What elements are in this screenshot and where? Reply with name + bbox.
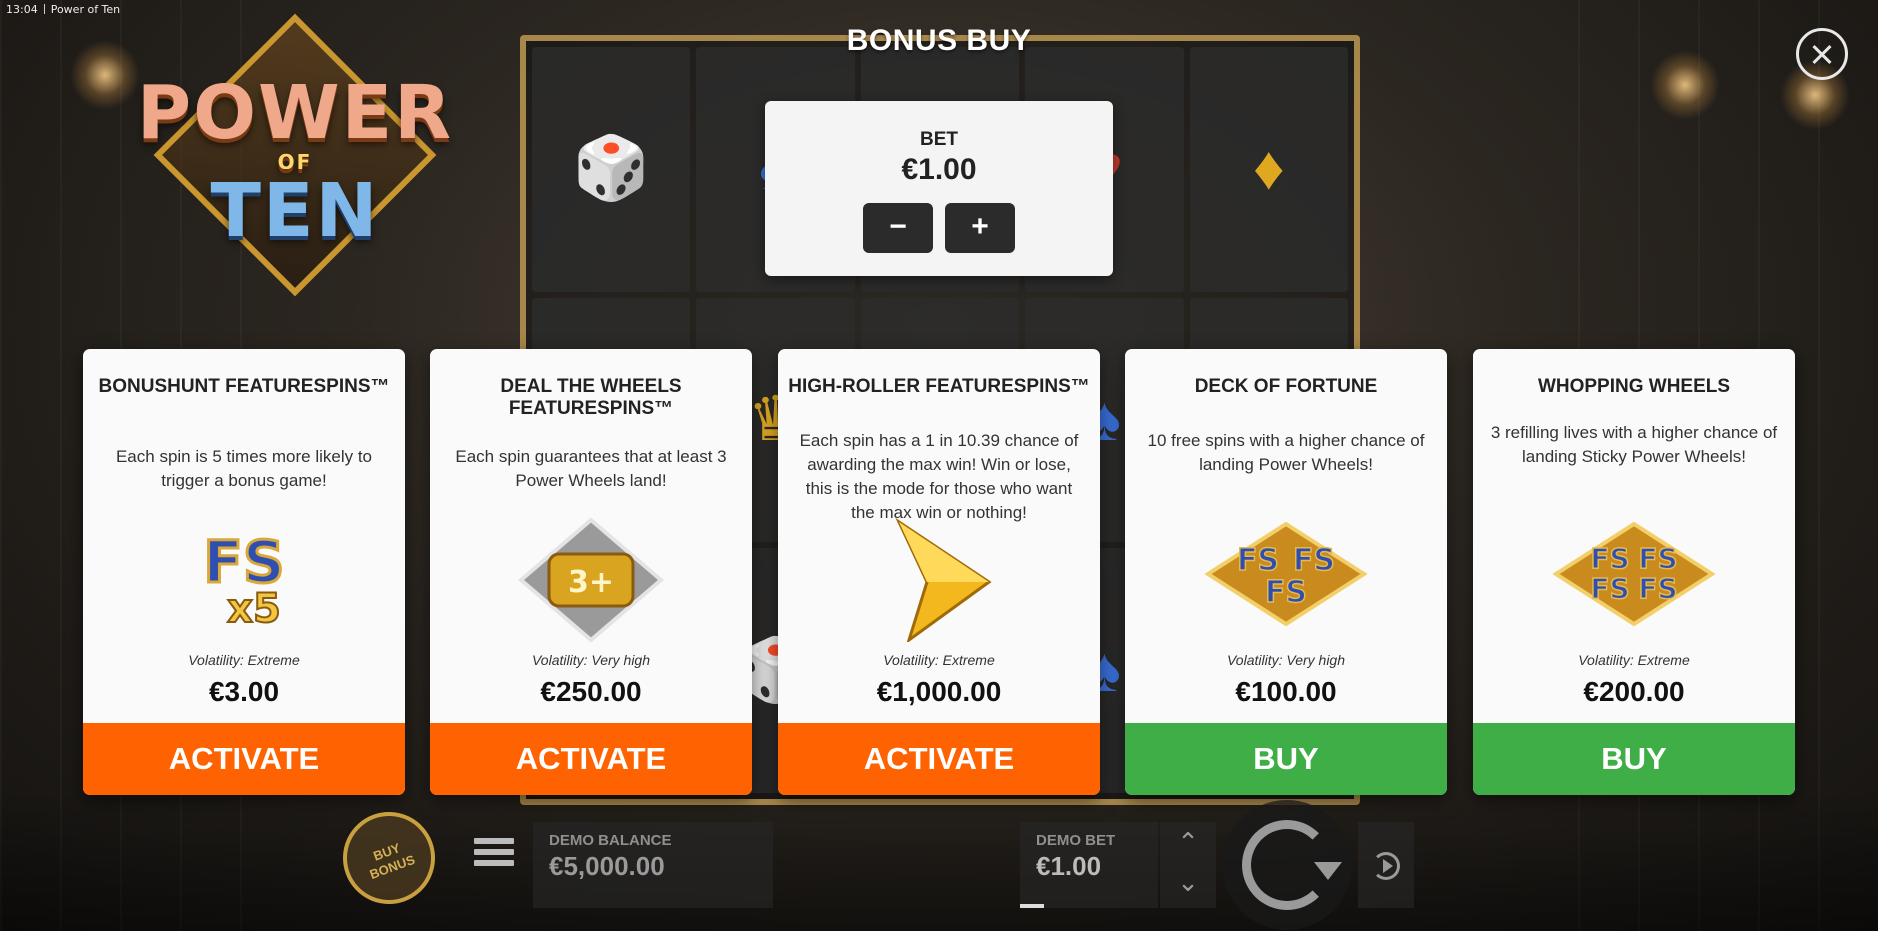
reel-symbol: ♦ (1252, 134, 1285, 204)
wall-lamp-right (1650, 50, 1720, 120)
power-wheels-icon-text: 3+ (568, 565, 614, 600)
demo-balance-display: DEMO BALANCE €5,000.00 (533, 822, 773, 908)
card-volatility: Volatility: Very high (531, 652, 650, 668)
bet-panel: BET €1.00 − + (765, 101, 1113, 276)
close-icon[interactable] (1796, 28, 1848, 80)
reel-cell: 🎲 (532, 47, 691, 292)
bonus-card-deal-the-wheels: DEAL THE WHEELS FEATURESPINS™ Each spin … (430, 349, 752, 795)
fs-x5-icon-multiplier: x5 (227, 586, 281, 632)
bonus-card-deck-of-fortune: DECK OF FORTUNE 10 free spins with a hig… (1125, 349, 1447, 795)
bet-value: €1.00 (901, 153, 977, 186)
card-description: Each spin guarantees that at least 3 Pow… (455, 447, 727, 490)
decrease-bet-button[interactable]: − (863, 203, 933, 253)
demo-balance-label: DEMO BALANCE (549, 832, 672, 849)
game-logo: POWER OF TEN (125, 13, 465, 297)
fs-quad-icon-text-4: FS (1638, 572, 1677, 605)
buy-whopping-wheels-button[interactable]: BUY (1473, 723, 1795, 795)
game-title: Power of Ten (50, 3, 121, 16)
autoplay-play-glyph (1383, 859, 1393, 873)
reel-symbol: 🎲 (572, 134, 650, 204)
hamburger-menu-icon[interactable] (474, 838, 514, 872)
activate-high-roller-button[interactable]: ACTIVATE (778, 723, 1100, 795)
demo-balance-value: €5,000.00 (549, 851, 665, 881)
activate-deal-the-wheels-button[interactable]: ACTIVATE (430, 723, 752, 795)
bet-level-indicator (1020, 904, 1044, 908)
bonus-card-high-roller: HIGH-ROLLER FEATURESPINS™ Each spin has … (778, 349, 1100, 795)
card-description: Each spin is 5 times more likely to trig… (115, 447, 373, 490)
bet-adjust-arrows: ⌃ ⌄ (1160, 822, 1216, 908)
gold-arrow-icon (849, 512, 1029, 644)
chevron-down-icon[interactable]: ⌄ (1160, 862, 1216, 902)
card-title: BONUSHUNT FEATURESPINS™ (98, 376, 390, 397)
fs-quad-icon-text-1: FS (1590, 542, 1629, 575)
demo-bet-display: DEMO BET €1.00 (1020, 822, 1158, 908)
chevron-up-icon[interactable]: ⌃ (1160, 822, 1216, 862)
card-volatility: Volatility: Extreme (188, 652, 300, 668)
card-title: WHOPPING WHEELS (1537, 376, 1731, 397)
fs-quad-icon-text-3: FS (1590, 572, 1629, 605)
card-price: €3.00 (208, 676, 280, 707)
card-description: Each spin has a 1 in 10.39 chance of awa… (799, 431, 1079, 522)
bet-stepper: − + (765, 203, 1113, 253)
logo-word-power: POWER (136, 70, 454, 156)
fs-triple-icon: FS FS FS (1196, 512, 1376, 642)
card-description: 10 free spins with a higher chance of la… (1147, 431, 1425, 474)
fs-triple-icon-text-3: FS (1265, 575, 1307, 610)
fs-x5-icon: FS x5 (154, 512, 334, 642)
card-description: 3 refilling lives with a higher chance o… (1490, 423, 1778, 466)
power-wheels-3plus-icon: 3+ (501, 512, 681, 643)
buy-deck-of-fortune-button[interactable]: BUY (1125, 723, 1447, 795)
card-volatility: Volatility: Very high (1226, 652, 1345, 668)
card-title: HIGH-ROLLER FEATURESPINS™ (788, 376, 1090, 397)
reel-cell: ♦ (1189, 47, 1348, 292)
fs-triple-icon-text-1: FS (1237, 543, 1279, 578)
demo-bet-value: €1.00 (1036, 851, 1102, 881)
bonus-card-bonushunt: BONUSHUNT FEATURESPINS™ Each spin is 5 t… (83, 349, 405, 795)
demo-bet-label: DEMO BET (1036, 832, 1116, 849)
spin-arrow-head (1314, 862, 1342, 880)
card-volatility: Volatility: Extreme (883, 652, 995, 668)
bet-label: BET (920, 129, 958, 150)
clock: 13:04 (6, 3, 38, 16)
autoplay-button[interactable] (1358, 822, 1414, 908)
spin-button[interactable] (1222, 800, 1352, 930)
card-price: €250.00 (540, 676, 642, 707)
card-volatility: Volatility: Extreme (1578, 652, 1690, 668)
bonus-card-whopping-wheels: WHOPPING WHEELS 3 refilling lives with a… (1473, 349, 1795, 795)
card-title: DEAL THE WHEELS FEATURESPINS™ (500, 376, 682, 419)
fs-quad-icon-text-2: FS (1638, 542, 1677, 575)
logo-word-ten: TEN (210, 168, 380, 254)
background-floor (0, 791, 1878, 931)
card-title: DECK OF FORTUNE (1194, 376, 1378, 397)
modal-title: BONUS BUY (846, 24, 1032, 57)
status-bar: 13:04 Power of Ten (0, 0, 260, 18)
card-price: €1,000.00 (876, 676, 1002, 707)
fs-quad-icon: FS FS FS FS (1544, 512, 1724, 642)
activate-bonushunt-button[interactable]: ACTIVATE (83, 723, 405, 795)
card-price: €100.00 (1235, 676, 1337, 707)
fs-triple-icon-text-2: FS (1293, 543, 1335, 578)
increase-bet-button[interactable]: + (945, 203, 1015, 253)
card-price: €200.00 (1583, 676, 1685, 707)
